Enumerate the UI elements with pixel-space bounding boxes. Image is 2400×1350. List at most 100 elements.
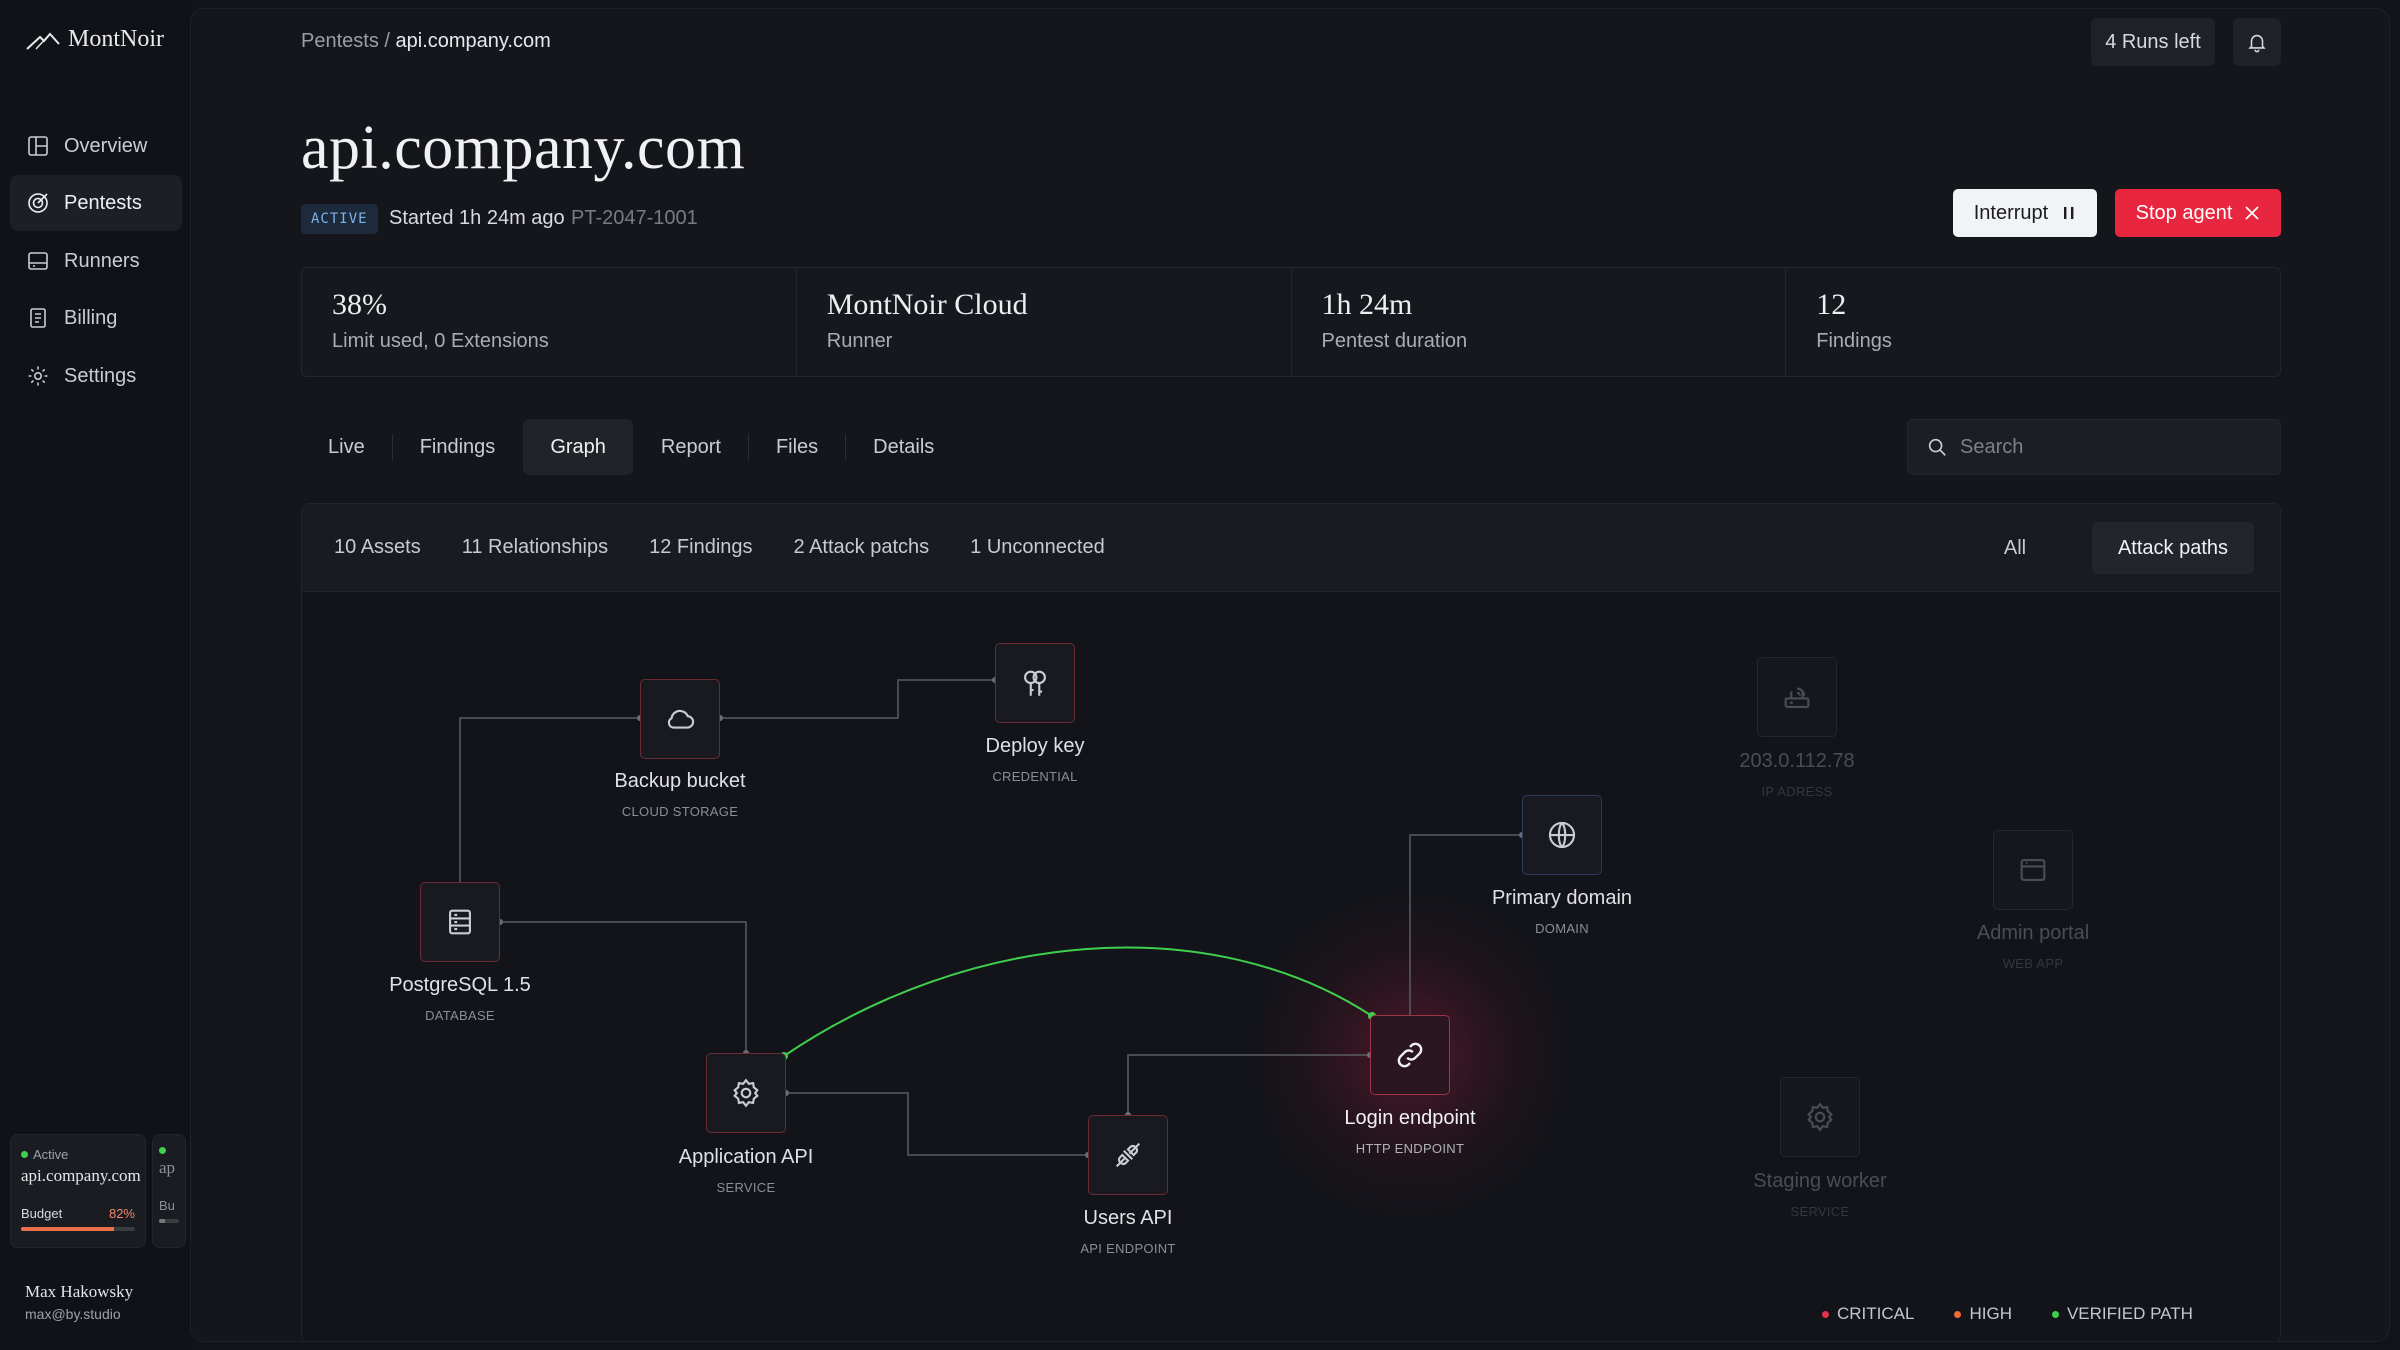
- sidebar-item-pentests[interactable]: Pentests: [10, 175, 182, 231]
- budget-label: Bu: [159, 1198, 175, 1213]
- breadcrumb-current: api.company.com: [395, 30, 551, 52]
- server-icon: [28, 252, 48, 270]
- node-type: WEB APP: [2002, 956, 2064, 971]
- status-badge: ACTIVE: [301, 204, 378, 234]
- tab-live[interactable]: Live: [301, 419, 392, 475]
- legend-critical: CRITICAL: [1822, 1304, 1914, 1324]
- stop-agent-button[interactable]: Stop agent: [2115, 189, 2281, 237]
- sidebar-item-settings[interactable]: Settings: [10, 348, 182, 404]
- interrupt-label: Interrupt: [1973, 201, 2049, 224]
- budget-bar-fill: [21, 1227, 115, 1231]
- node-deploy-key[interactable]: [995, 643, 1075, 723]
- key-icon: [1024, 670, 1046, 696]
- node-label: 203.0.112.78: [1739, 750, 1855, 772]
- run-target: api.company.com: [21, 1166, 141, 1185]
- summary-assets: 10 Assets: [334, 536, 421, 558]
- budget-bar-fill: [159, 1219, 165, 1223]
- node-login-endpoint[interactable]: [1370, 1015, 1450, 1095]
- search-box[interactable]: [1907, 419, 2281, 475]
- sidebar-item-overview[interactable]: Overview: [10, 118, 182, 174]
- receipt-icon: [30, 308, 46, 328]
- stat-value: MontNoir Cloud: [826, 288, 1028, 321]
- graph-summary-bar: 10 Assets 11 Relationships 12 Findings 2…: [302, 504, 2280, 592]
- node-label: Primary domain: [1491, 887, 1633, 909]
- node-label: Backup bucket: [614, 770, 746, 792]
- node-type: HTTP ENDPOINT: [1355, 1141, 1465, 1156]
- status-dot: [159, 1147, 166, 1154]
- node-label: Deploy key: [985, 735, 1085, 757]
- pause-icon: [2064, 207, 2074, 219]
- gear-icon: [1807, 1102, 1833, 1132]
- node-type: CLOUD STORAGE: [621, 804, 739, 819]
- active-run-card[interactable]: Active api.company.com Budget 82%: [10, 1134, 146, 1248]
- breadcrumb-separator: /: [378, 30, 396, 52]
- stat-limit: 38% Limit used, 0 Extensions: [302, 268, 797, 376]
- node-primary-domain[interactable]: [1522, 795, 1602, 875]
- stat-value: 12: [1816, 288, 1847, 321]
- sidebar-item-label: Pentests: [64, 191, 142, 214]
- sidebar-item-billing[interactable]: Billing: [10, 290, 182, 346]
- close-icon: [2245, 206, 2260, 220]
- node-type: DATABASE: [425, 1008, 495, 1023]
- filter-attack-paths-button[interactable]: Attack paths: [2092, 522, 2254, 574]
- stat-runner: MontNoir Cloud Runner: [797, 268, 1292, 376]
- stat-label: Pentest duration: [1321, 330, 1468, 352]
- budget-bar: [21, 1227, 135, 1231]
- runs-left-badge[interactable]: 4 Runs left: [2091, 18, 2215, 66]
- notifications-button[interactable]: [2233, 18, 2281, 66]
- sidebar-item-label: Billing: [64, 306, 118, 329]
- stat-value: 1h 24m: [1321, 288, 1413, 321]
- node-type: DOMAIN: [1535, 921, 1589, 936]
- run-status-label: Active: [33, 1147, 69, 1162]
- database-icon: [449, 909, 471, 935]
- tab-report[interactable]: Report: [634, 419, 748, 475]
- plug-icon: [1115, 1142, 1141, 1168]
- run-status: [159, 1147, 179, 1154]
- user-name[interactable]: Max Hakowsky: [25, 1282, 133, 1302]
- interrupt-button[interactable]: Interrupt: [1953, 189, 2097, 237]
- node-postgresql[interactable]: [420, 882, 500, 962]
- stat-value: 38%: [332, 288, 387, 321]
- node-backup-bucket[interactable]: [640, 679, 720, 759]
- tab-findings[interactable]: Findings: [393, 419, 523, 475]
- logo[interactable]: MontNoir: [26, 26, 164, 53]
- run-target: ap: [159, 1158, 176, 1177]
- node-label: Admin portal: [1976, 922, 2090, 944]
- run-card-partial[interactable]: ap Bu: [152, 1134, 186, 1248]
- run-budget: Budget 82%: [21, 1206, 135, 1221]
- legend-dot: [1954, 1310, 1962, 1318]
- sidebar: MontNoir Overview Pentests Runners Billi…: [0, 0, 190, 1350]
- app-name: MontNoir: [68, 26, 164, 52]
- node-application-api[interactable]: [706, 1053, 786, 1133]
- legend-label: CRITICAL: [1837, 1304, 1915, 1323]
- started-time: Started 1h 24m ago: [389, 207, 565, 229]
- legend-dot: [1822, 1310, 1829, 1318]
- tab-details[interactable]: Details: [846, 419, 961, 475]
- link-icon: [1397, 1042, 1423, 1068]
- bell-icon: [2248, 34, 2266, 53]
- stat-findings: 12 Findings: [1786, 268, 2280, 376]
- summary-unconnected: 1 Unconnected: [970, 536, 1105, 558]
- stat-duration: 1h 24m Pentest duration: [1292, 268, 1787, 376]
- tab-files[interactable]: Files: [749, 419, 845, 475]
- node-admin-portal[interactable]: [1993, 830, 2073, 910]
- tab-graph[interactable]: Graph: [523, 419, 633, 475]
- node-ip-address[interactable]: [1757, 657, 1837, 737]
- node-staging-worker[interactable]: [1780, 1077, 1860, 1157]
- breadcrumb: Pentests / api.company.com: [301, 30, 551, 53]
- filter-all-button[interactable]: All: [1990, 522, 2040, 574]
- node-users-api[interactable]: [1088, 1115, 1168, 1195]
- router-icon: [1784, 687, 1810, 708]
- search-input[interactable]: [1960, 435, 2260, 459]
- summary-attack-paths: 2 Attack patchs: [793, 536, 930, 558]
- status-dot: [21, 1151, 28, 1158]
- node-type: CREDENTIAL: [992, 769, 1078, 784]
- grid-icon: [28, 136, 48, 156]
- node-type: IP ADRESS: [1761, 784, 1833, 799]
- pentest-id: PT-2047-1001: [571, 207, 698, 229]
- gear-icon: [733, 1078, 759, 1108]
- sidebar-item-label: Overview: [64, 134, 148, 157]
- sidebar-item-runners[interactable]: Runners: [10, 233, 182, 289]
- tab-bar: Live Findings Graph Report Files Details: [301, 419, 961, 475]
- breadcrumb-parent[interactable]: Pentests: [301, 30, 379, 52]
